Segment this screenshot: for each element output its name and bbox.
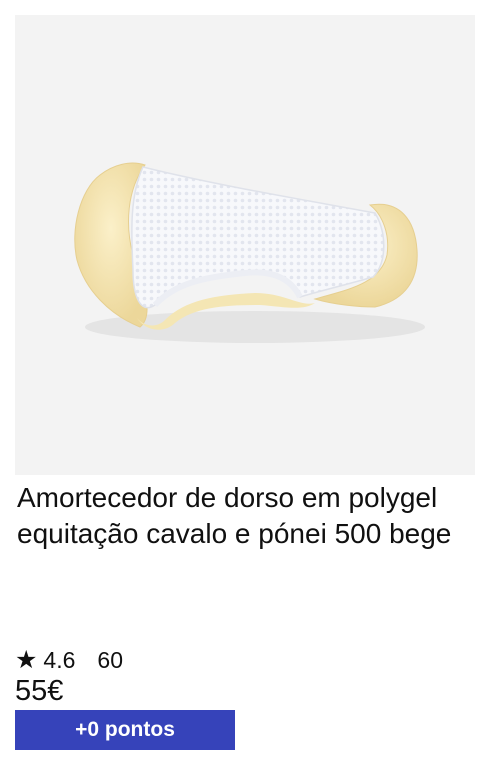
star-icon: ★	[15, 646, 38, 674]
product-image[interactable]	[15, 15, 475, 475]
review-count: 60	[97, 646, 123, 673]
product-title[interactable]: Amortecedor de dorso em polygel equitaçã…	[17, 480, 457, 552]
loyalty-points-badge: +0 pontos	[15, 710, 235, 750]
product-card[interactable]: Amortecedor de dorso em polygel equitaçã…	[0, 0, 492, 762]
saddle-pad-illustration	[74, 162, 425, 343]
product-rating: ★ 4.6 60	[15, 646, 123, 674]
rating-value: 4.6	[43, 646, 76, 673]
product-price: 55€	[15, 675, 64, 707]
